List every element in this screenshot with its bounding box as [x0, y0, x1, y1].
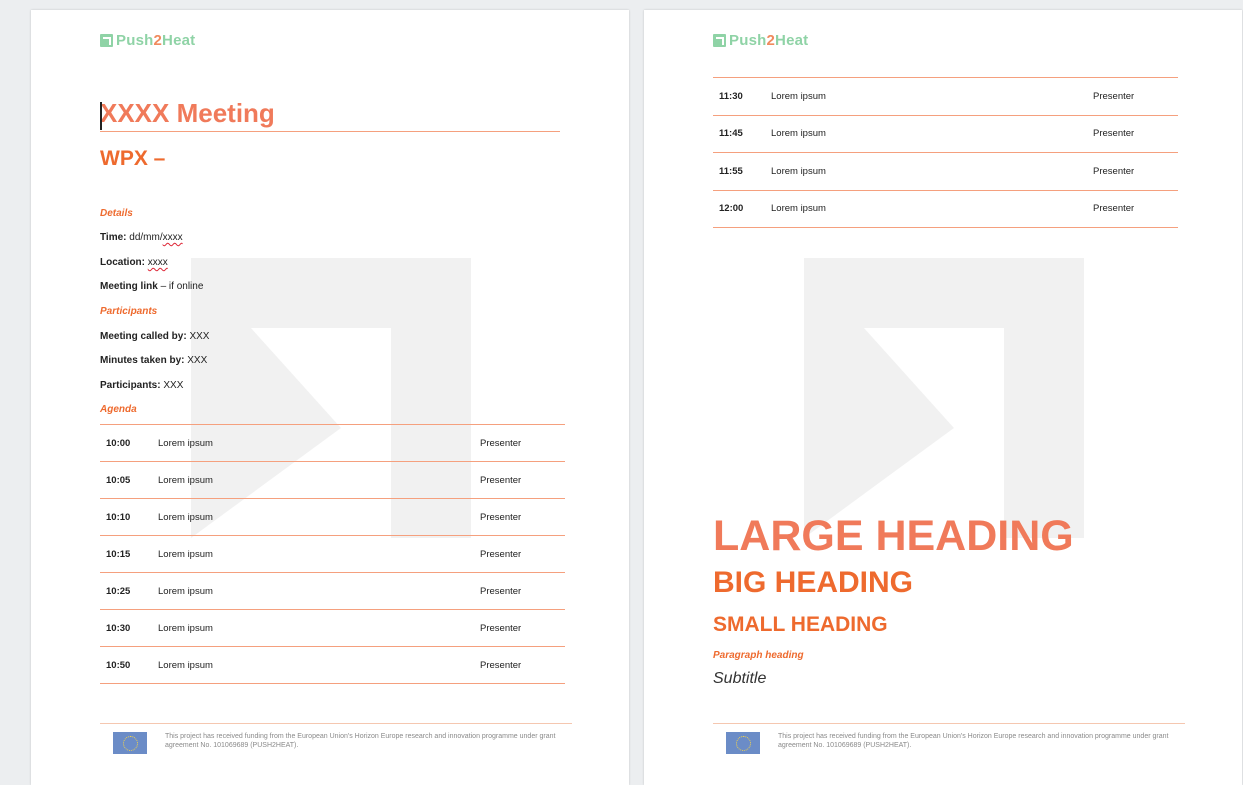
agenda-time: 10:00: [106, 437, 131, 449]
agenda-presenter: Presenter: [1093, 128, 1135, 140]
agenda-presenter: Presenter: [480, 511, 522, 523]
funding-notice: This project has received funding from t…: [778, 733, 1169, 749]
agenda-item: Lorem ipsum: [158, 474, 213, 486]
agenda-row[interactable]: 11:45 Lorem ipsum Presenter: [713, 116, 1178, 153]
agenda-presenter: Presenter: [480, 622, 522, 634]
minutes-label: Minutes taken by:: [100, 355, 185, 366]
called-by-value: XXX: [186, 331, 210, 342]
participants-heading: Participants: [100, 306, 158, 317]
logo-text-push: Push: [116, 32, 154, 49]
push2heat-logo: Push2Heat: [100, 32, 195, 49]
participants-value: XXX: [160, 380, 184, 391]
agenda-table-continued: 11:30 Lorem ipsum Presenter 11:45 Lorem ipsu…: [713, 77, 1178, 228]
agenda-presenter: Presenter: [480, 585, 522, 597]
subtitle[interactable]: Subtitle: [713, 670, 766, 688]
funding-notice: This project has received funding from t…: [165, 733, 556, 749]
agenda-row[interactable]: 10:10 Lorem ipsum Presenter: [100, 499, 565, 536]
logo-text-2: 2: [153, 32, 163, 49]
agenda-time: 10:25: [106, 585, 131, 597]
time-line[interactable]: Time: dd/mm/xxxx: [100, 232, 183, 243]
meeting-link-line[interactable]: Meeting link – if online: [100, 281, 203, 292]
agenda-time: 10:30: [106, 622, 131, 634]
agenda-item: Lorem ipsum: [158, 511, 213, 523]
agenda-presenter: Presenter: [480, 548, 522, 560]
arrow-watermark-icon: [804, 258, 1084, 538]
agenda-presenter: Presenter: [480, 659, 522, 671]
page-footer: This project has received funding from t…: [713, 723, 1185, 754]
agenda-time: 11:55: [719, 165, 743, 177]
time-value-year: xxxx: [162, 232, 183, 243]
meeting-link-label: Meeting link: [100, 281, 158, 292]
agenda-item: Lorem ipsum: [158, 622, 213, 634]
eu-flag-icon: [726, 732, 760, 754]
agenda-time: 12:00: [719, 203, 744, 215]
agenda-row[interactable]: 10:50 Lorem ipsum Presenter: [100, 647, 565, 684]
called-by-line[interactable]: Meeting called by: XXX: [100, 331, 209, 342]
agenda-time: 10:05: [106, 474, 131, 486]
large-heading[interactable]: LARGE HEADING: [713, 512, 1074, 561]
logo-text-heat: Heat: [775, 32, 809, 49]
page-footer: This project has received funding from t…: [100, 723, 572, 754]
agenda-row[interactable]: 10:30 Lorem ipsum Presenter: [100, 610, 565, 647]
agenda-row[interactable]: 12:00 Lorem ipsum Presenter: [713, 191, 1178, 228]
paragraph-heading[interactable]: Paragraph heading: [713, 650, 804, 661]
agenda-presenter: Presenter: [1093, 165, 1135, 177]
work-package-heading[interactable]: WPX –: [100, 147, 165, 171]
details-heading: Details: [100, 208, 133, 219]
logo-text-heat: Heat: [162, 32, 196, 49]
logo-arrow-icon: [100, 34, 113, 47]
agenda-table: 10:00 Lorem ipsum Presenter 10:05 Lorem ipsu…: [100, 424, 565, 684]
agenda-presenter: Presenter: [1093, 203, 1135, 215]
agenda-time: 10:10: [106, 511, 131, 523]
agenda-row[interactable]: 11:30 Lorem ipsum Presenter: [713, 78, 1178, 116]
minutes-line[interactable]: Minutes taken by: XXX: [100, 355, 207, 366]
agenda-item: Lorem ipsum: [771, 165, 826, 177]
agenda-time: 11:45: [719, 128, 743, 140]
text-cursor: [100, 102, 102, 130]
push2heat-logo: Push2Heat: [713, 32, 808, 49]
agenda-row[interactable]: 10:00 Lorem ipsum Presenter: [100, 425, 565, 462]
agenda-presenter: Presenter: [480, 437, 522, 449]
big-heading[interactable]: BIG HEADING: [713, 566, 913, 600]
minutes-value: XXX: [184, 355, 208, 366]
eu-flag-icon: [113, 732, 147, 754]
agenda-row[interactable]: 10:25 Lorem ipsum Presenter: [100, 573, 565, 610]
logo-text-push: Push: [729, 32, 767, 49]
logo-arrow-icon: [713, 34, 726, 47]
agenda-item: Lorem ipsum: [158, 659, 213, 671]
agenda-item: Lorem ipsum: [158, 548, 213, 560]
agenda-heading: Agenda: [100, 404, 137, 415]
meeting-link-value: – if online: [157, 281, 204, 292]
agenda-time: 10:15: [106, 548, 131, 560]
agenda-item: Lorem ipsum: [771, 203, 826, 215]
document-page-2: Push2Heat 11:30 Lorem ipsum Presenter 11:45…: [644, 10, 1242, 785]
participants-label: Participants:: [100, 380, 161, 391]
agenda-row[interactable]: 11:55 Lorem ipsum Presenter: [713, 153, 1178, 191]
agenda-row[interactable]: 10:05 Lorem ipsum Presenter: [100, 462, 565, 499]
time-value: dd/mm/: [129, 232, 163, 243]
location-label: Location:: [100, 257, 145, 268]
called-by-label: Meeting called by:: [100, 331, 187, 342]
document-page-1: Push2Heat XXXX Meeting WPX – Details Tim…: [31, 10, 629, 785]
agenda-row[interactable]: 10:15 Lorem ipsum Presenter: [100, 536, 565, 573]
agenda-item: Lorem ipsum: [771, 128, 826, 140]
agenda-item: Lorem ipsum: [771, 90, 826, 102]
time-label: Time:: [100, 232, 127, 243]
logo-text-2: 2: [766, 32, 776, 49]
participants-line[interactable]: Participants: XXX: [100, 380, 183, 391]
agenda-presenter: Presenter: [480, 474, 522, 486]
agenda-item: Lorem ipsum: [158, 585, 213, 597]
small-heading[interactable]: SMALL HEADING: [713, 613, 888, 637]
meeting-title[interactable]: XXXX Meeting: [100, 98, 560, 132]
location-value: xxxx: [147, 257, 168, 268]
agenda-presenter: Presenter: [1093, 90, 1135, 102]
location-line[interactable]: Location: xxxx: [100, 257, 168, 268]
agenda-item: Lorem ipsum: [158, 437, 213, 449]
agenda-time: 10:50: [106, 659, 131, 671]
agenda-time: 11:30: [719, 90, 743, 102]
